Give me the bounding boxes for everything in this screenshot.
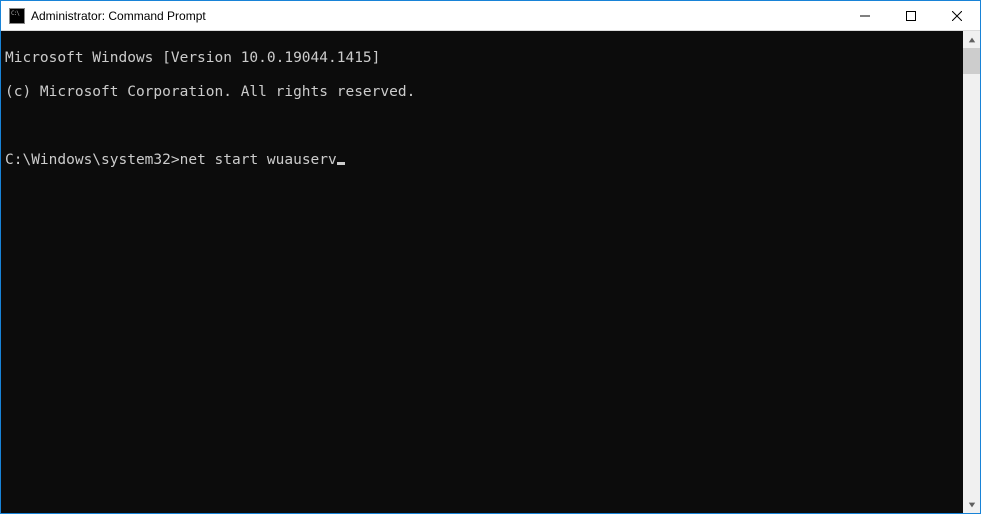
scroll-track[interactable] — [963, 48, 980, 496]
prompt: C:\Windows\system32> — [5, 152, 180, 168]
content-area: Microsoft Windows [Version 10.0.19044.14… — [1, 31, 980, 513]
command-prompt-window: Administrator: Command Prompt Microsoft … — [0, 0, 981, 514]
terminal-line — [5, 118, 959, 135]
cmd-icon — [9, 8, 25, 24]
scroll-up-button[interactable] — [963, 31, 980, 48]
cursor — [337, 162, 345, 165]
terminal-prompt-line: C:\Windows\system32>net start wuauserv — [5, 152, 959, 169]
scroll-down-button[interactable] — [963, 496, 980, 513]
maximize-button[interactable] — [888, 1, 934, 30]
vertical-scrollbar[interactable] — [963, 31, 980, 513]
typed-command: net start wuauserv — [180, 152, 337, 168]
close-button[interactable] — [934, 1, 980, 30]
minimize-button[interactable] — [842, 1, 888, 30]
window-controls — [842, 1, 980, 30]
terminal-output[interactable]: Microsoft Windows [Version 10.0.19044.14… — [1, 31, 963, 513]
terminal-line: Microsoft Windows [Version 10.0.19044.14… — [5, 50, 959, 67]
scroll-thumb[interactable] — [963, 48, 980, 74]
window-title: Administrator: Command Prompt — [31, 9, 206, 23]
terminal-line: (c) Microsoft Corporation. All rights re… — [5, 84, 959, 101]
titlebar[interactable]: Administrator: Command Prompt — [1, 1, 980, 31]
